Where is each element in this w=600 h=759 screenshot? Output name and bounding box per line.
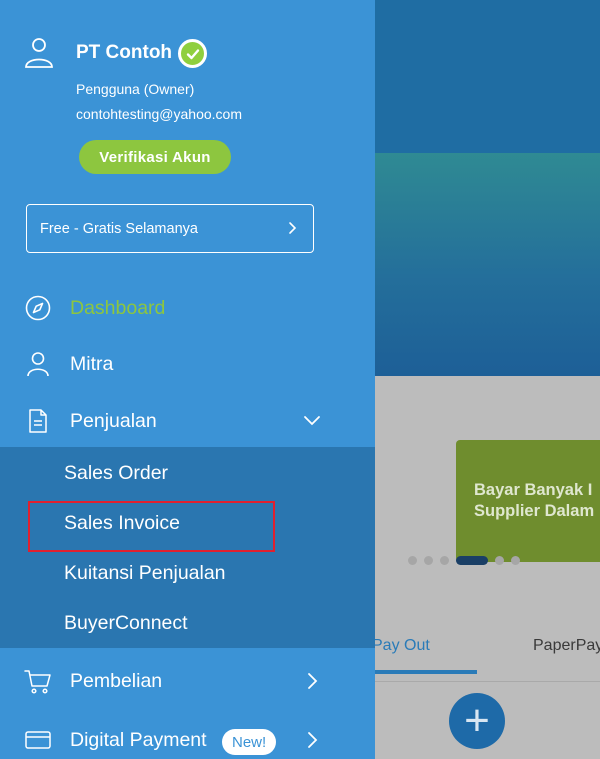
menu-item-penjualan[interactable]: Penjualan (0, 395, 375, 447)
user-icon (25, 38, 53, 68)
add-button[interactable]: + (449, 693, 505, 749)
promo-card-line-2: Supplier Dalam (474, 502, 595, 520)
submenu-buyerconnect[interactable]: BuyerConnect (64, 612, 188, 635)
chevron-down-icon (304, 416, 320, 426)
chevron-right-icon (308, 732, 318, 748)
menu-label-mitra: Mitra (70, 352, 114, 375)
plan-label: Free - Gratis Selamanya (40, 220, 198, 237)
person-icon (27, 352, 49, 377)
document-icon (29, 409, 47, 433)
promo-card-line-1: Bayar Banyak I (474, 481, 593, 499)
carousel-dot[interactable] (440, 556, 449, 565)
carousel-dots (408, 556, 520, 565)
new-badge: New! (222, 729, 277, 755)
user-role: Pengguna (Owner) (76, 81, 195, 97)
promo-card[interactable]: Bayar Banyak I Supplier Dalam (456, 440, 600, 562)
menu-label-penjualan: Penjualan (70, 409, 157, 432)
tab-active-indicator (375, 670, 477, 674)
user-email: contohtesting@yahoo.com (76, 106, 242, 122)
submenu-sales-order[interactable]: Sales Order (64, 462, 168, 485)
cart-icon (24, 670, 51, 694)
plan-button[interactable]: Free - Gratis Selamanya (26, 204, 314, 253)
carousel-dot[interactable] (495, 556, 504, 565)
carousel-dot[interactable] (424, 556, 433, 565)
hero-banner (375, 153, 600, 376)
chevron-right-icon (308, 673, 318, 689)
chevron-right-icon (289, 222, 297, 234)
app-header (375, 0, 600, 153)
menu-item-pembelian[interactable]: Pembelian (0, 655, 375, 707)
selection-highlight (28, 501, 275, 552)
compass-icon (25, 295, 51, 321)
carousel-dot[interactable] (511, 556, 520, 565)
menu-item-digital-payment[interactable]: Digital Payment (0, 714, 375, 759)
verified-check-icon (178, 39, 207, 68)
plus-icon: + (464, 696, 490, 745)
menu-label-pembelian: Pembelian (70, 669, 163, 692)
card-icon (25, 731, 51, 749)
carousel-dot-active[interactable] (456, 556, 488, 565)
tab-pay-out[interactable]: Pay Out (372, 637, 430, 655)
tab-bar: Pay Out PaperPay (372, 620, 600, 675)
menu-item-mitra[interactable]: Mitra (0, 338, 375, 390)
carousel-dot[interactable] (408, 556, 417, 565)
company-name: PT Contoh (76, 42, 173, 63)
divider (375, 681, 600, 682)
navigation-drawer: PT Contoh Pengguna (Owner) contohtesting… (0, 0, 375, 759)
tab-paperpay[interactable]: PaperPay (533, 637, 600, 655)
menu-label-dashboard: Dashboard (70, 296, 166, 319)
submenu-kuitansi-penjualan[interactable]: Kuitansi Penjualan (64, 562, 226, 585)
menu-label-digital-payment: Digital Payment (70, 728, 207, 751)
verify-account-button[interactable]: Verifikasi Akun (79, 140, 231, 174)
menu-item-dashboard[interactable]: Dashboard (0, 282, 375, 334)
